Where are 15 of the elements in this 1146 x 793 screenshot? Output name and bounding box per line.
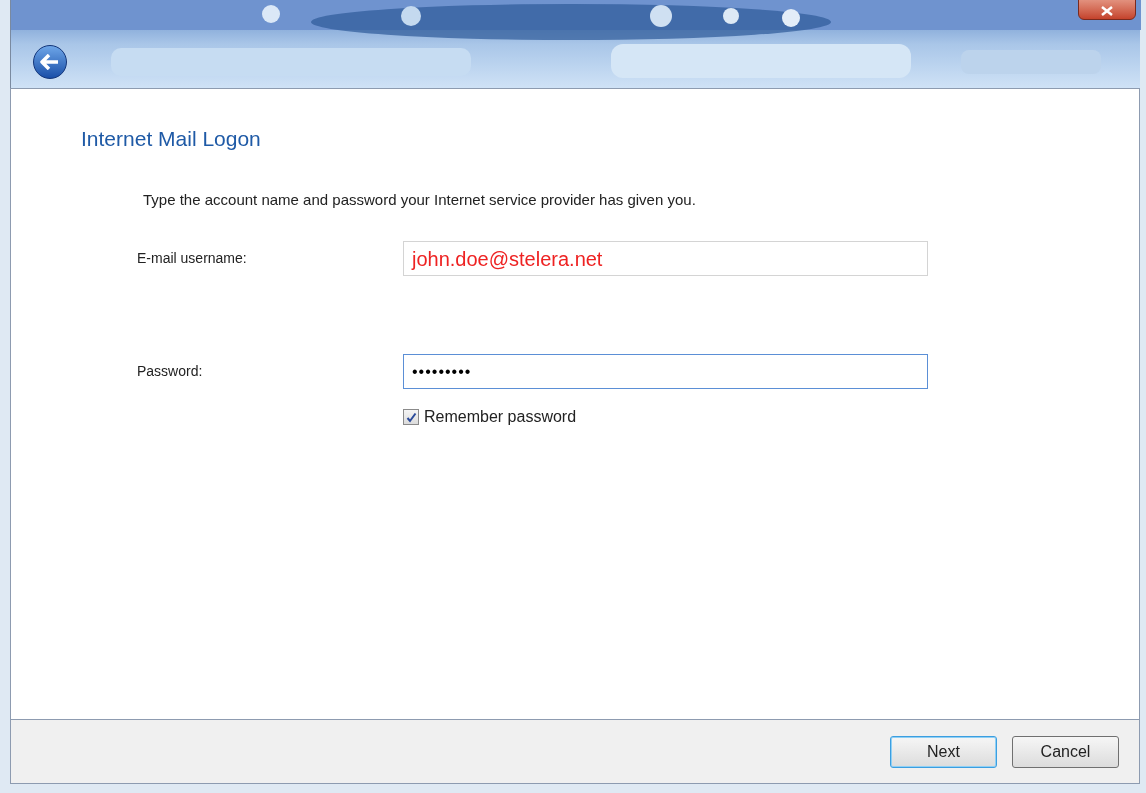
field-label: Password: (137, 362, 204, 381)
instruction-text: Type the account name and password your Internet service provider has given you. (143, 189, 697, 210)
close-button[interactable] (1078, 0, 1136, 20)
checkmark-icon (405, 411, 417, 423)
dialog-heading: Internet Mail Logon (81, 126, 262, 152)
checkbox-label: Remember password (424, 407, 577, 427)
close-icon (1101, 6, 1113, 16)
cancel-button[interactable]: Cancel (1012, 735, 1119, 768)
password-field[interactable]: ••••••••• (403, 354, 928, 389)
username-field[interactable]: john.doe@stelera.net (403, 241, 928, 276)
next-button[interactable]: Next (890, 735, 997, 768)
field-label: E-mail username: (137, 249, 248, 268)
arrow-left-icon (40, 54, 60, 70)
remember-checkbox[interactable] (403, 409, 419, 425)
back-button[interactable] (33, 45, 67, 79)
